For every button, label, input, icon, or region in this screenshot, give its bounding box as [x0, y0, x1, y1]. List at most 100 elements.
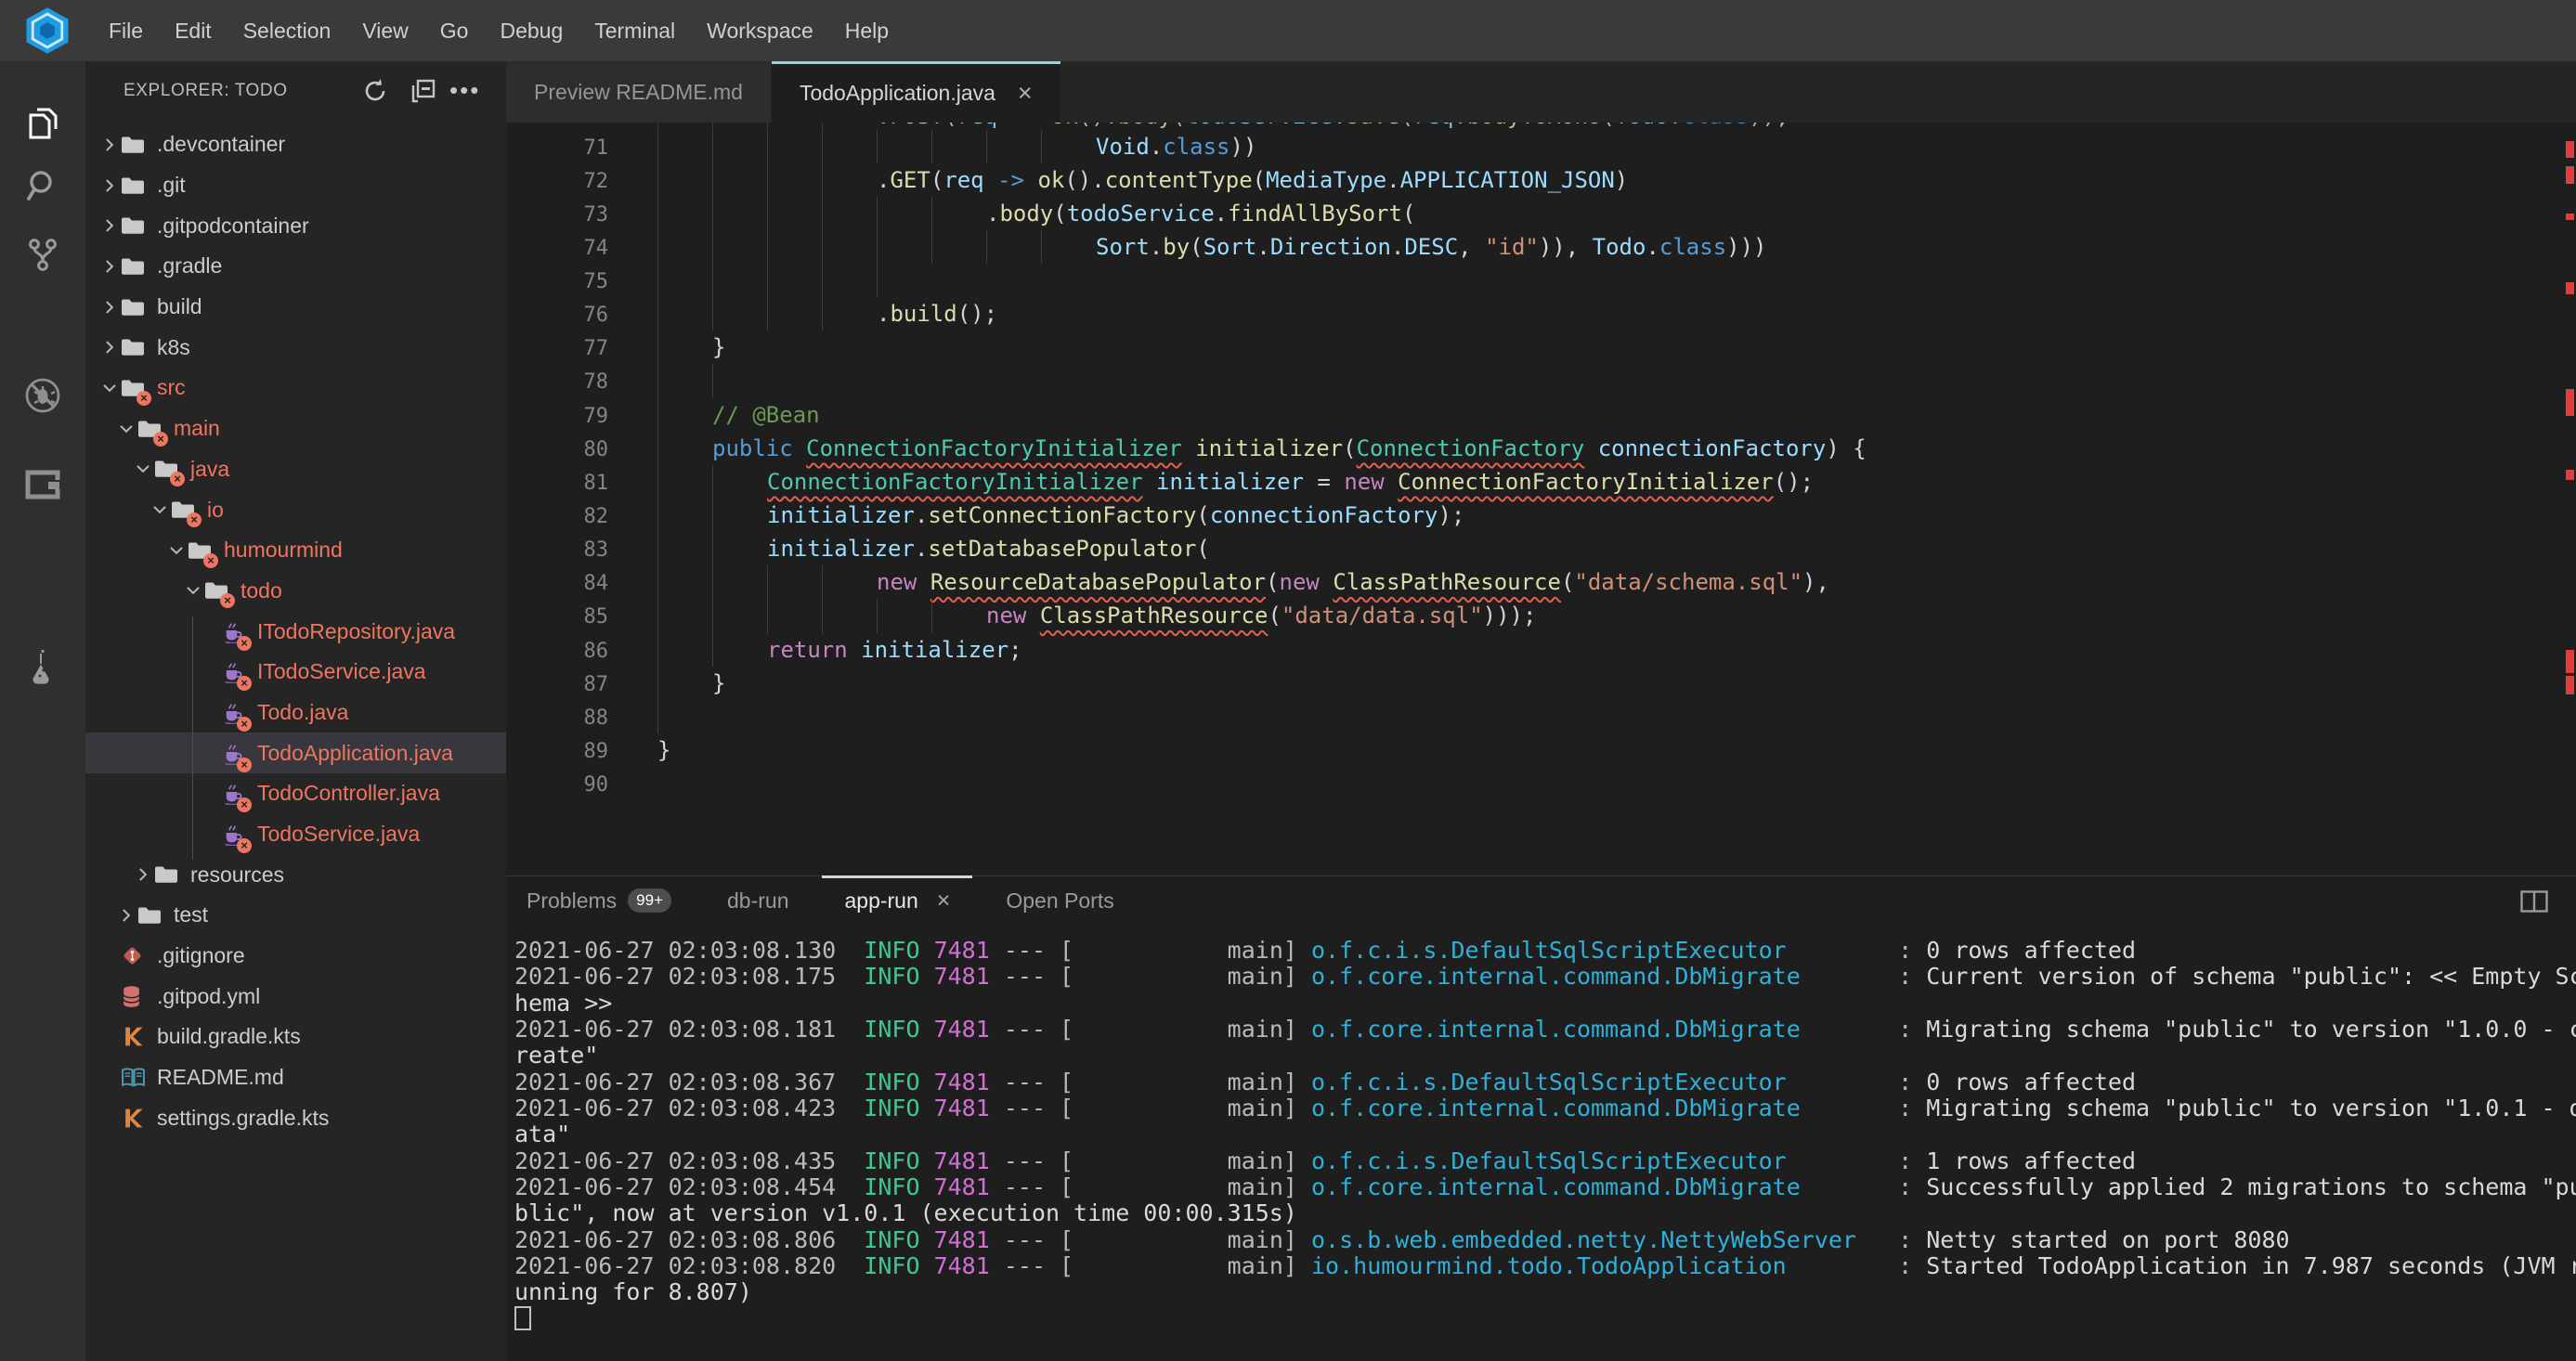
source-control-icon[interactable] — [22, 234, 63, 275]
panel-tab-app-run[interactable]: app-run× — [816, 876, 978, 925]
tree-item--git[interactable]: .git — [85, 165, 506, 206]
code-line[interactable]: 87} — [506, 667, 2576, 700]
code-line[interactable]: 72.GET(req -> ok().contentType(MediaType… — [506, 163, 2576, 197]
code-line[interactable]: 84new ResourceDatabasePopulator(new Clas… — [506, 565, 2576, 599]
tree-item-todoapplication-java[interactable]: ×TodoApplication.java — [85, 732, 506, 773]
tree-item-src[interactable]: ×src — [85, 368, 506, 408]
error-badge: × — [237, 717, 252, 732]
more-actions-icon[interactable]: ••• — [449, 76, 479, 106]
tree-item-build[interactable]: build — [85, 287, 506, 328]
editor-tab-preview-readme-md[interactable]: Preview README.md — [506, 61, 771, 123]
error-badge: × — [153, 432, 168, 447]
code-line[interactable]: 80public ConnectionFactoryInitializer in… — [506, 432, 2576, 465]
folder-icon — [121, 135, 149, 155]
editor-area[interactable]: Preview README.mdTodoApplication.java× .… — [506, 61, 2576, 875]
split-panel-icon[interactable] — [2520, 890, 2548, 913]
chevron-right-icon[interactable] — [98, 298, 121, 317]
tree-item-settings-gradle-kts[interactable]: settings.gradle.kts — [85, 1098, 506, 1139]
code-line[interactable]: 82initializer.setConnectionFactory(conne… — [506, 499, 2576, 532]
panel-tab-open-ports[interactable]: Open Ports — [978, 876, 1141, 925]
code-line[interactable]: 78 — [506, 364, 2576, 397]
tree-item-itodorepository-java[interactable]: ×ITodoRepository.java — [85, 611, 506, 652]
workspace-frame-icon[interactable] — [22, 464, 63, 505]
tree-item-todo[interactable]: ×todo — [85, 571, 506, 612]
tree-item-main[interactable]: ×main — [85, 408, 506, 449]
chevron-down-icon[interactable] — [134, 458, 152, 480]
code-line[interactable]: 71Void.class)) — [506, 130, 2576, 163]
tree-item-k8s[interactable]: k8s — [85, 327, 506, 368]
code-line[interactable]: 89} — [506, 733, 2576, 767]
terminal-output[interactable]: 2021-06-27 02:03:08.130 INFO 7481 --- [ … — [514, 938, 2576, 1332]
code-line[interactable]: 90 — [506, 767, 2576, 800]
tree-item-label: TodoApplication.java — [257, 741, 453, 766]
panel-tab-db-run[interactable]: db-run — [699, 876, 816, 925]
tree-item-resources[interactable]: resources — [85, 854, 506, 895]
search-icon[interactable] — [22, 165, 63, 206]
chevron-right-icon[interactable] — [132, 865, 154, 884]
tree-item-label: test — [174, 902, 208, 927]
tree-item--gitpod-yml[interactable]: .gitpod.yml — [85, 976, 506, 1017]
tree-item--gitignore[interactable]: .gitignore — [85, 936, 506, 977]
menu-file[interactable]: File — [93, 0, 159, 61]
chevron-right-icon[interactable] — [98, 176, 121, 195]
tree-item-readme-md[interactable]: README.md — [85, 1057, 506, 1098]
menu-go[interactable]: Go — [424, 0, 485, 61]
tree-indent-guide — [192, 616, 193, 860]
chevron-right-icon[interactable] — [98, 216, 121, 235]
files-icon[interactable] — [22, 103, 63, 144]
activity-bar — [0, 61, 85, 1361]
tree-item-todo-java[interactable]: ×Todo.java — [85, 693, 506, 733]
menu-debug[interactable]: Debug — [484, 0, 579, 61]
editor-tab-todoapplication-java[interactable]: TodoApplication.java× — [772, 61, 1060, 123]
refresh-icon[interactable] — [360, 76, 390, 106]
chevron-right-icon[interactable] — [98, 257, 121, 276]
code-line[interactable]: 73.body(todoService.findAllBySort( — [506, 197, 2576, 230]
tree-item-todocontroller-java[interactable]: ×TodoController.java — [85, 773, 506, 814]
menu-view[interactable]: View — [346, 0, 423, 61]
code-line[interactable]: 75 — [506, 264, 2576, 297]
menu-terminal[interactable]: Terminal — [579, 0, 691, 61]
tree-item-humourmind[interactable]: ×humourmind — [85, 530, 506, 571]
code-line[interactable]: 77} — [506, 331, 2576, 364]
tree-item-itodoservice-java[interactable]: ×ITodoService.java — [85, 652, 506, 693]
chevron-right-icon[interactable] — [98, 338, 121, 356]
tree-item-test[interactable]: test — [85, 895, 506, 936]
panel-tab-problems[interactable]: Problems99+ — [499, 876, 699, 925]
tree-item-build-gradle-kts[interactable]: build.gradle.kts — [85, 1017, 506, 1057]
menu-selection[interactable]: Selection — [228, 0, 347, 61]
chevron-down-icon[interactable] — [117, 418, 136, 440]
code-line[interactable]: 85new ClassPathResource("data/data.sql")… — [506, 599, 2576, 632]
code-viewport[interactable]: 71Void.class))72.GET(req -> ok().content… — [506, 130, 2576, 801]
code-line[interactable]: 79// @Bean — [506, 398, 2576, 432]
terminal-line: 2021-06-27 02:03:08.435 INFO 7481 --- [ … — [514, 1148, 2576, 1174]
chevron-right-icon[interactable] — [115, 906, 137, 925]
editor-tabbar: Preview README.mdTodoApplication.java× — [506, 61, 2576, 123]
code-line[interactable]: 83initializer.setDatabasePopulator( — [506, 532, 2576, 565]
menu-edit[interactable]: Edit — [159, 0, 228, 61]
chevron-right-icon[interactable] — [98, 136, 121, 154]
chevron-down-icon[interactable] — [167, 539, 186, 562]
tree-item--devcontainer[interactable]: .devcontainer — [85, 124, 506, 165]
menu-workspace[interactable]: Workspace — [691, 0, 829, 61]
code-line[interactable]: 86return initializer; — [506, 633, 2576, 667]
tree-item-java[interactable]: ×java — [85, 449, 506, 490]
chevron-down-icon[interactable] — [184, 579, 202, 602]
tree-item--gitpodcontainer[interactable]: .gitpodcontainer — [85, 205, 506, 246]
chevron-down-icon[interactable] — [150, 499, 169, 521]
problems-count-badge: 99+ — [628, 888, 671, 913]
code-line[interactable]: 76.build(); — [506, 297, 2576, 331]
close-icon[interactable]: × — [1018, 79, 1033, 108]
code-line[interactable]: 88 — [506, 700, 2576, 733]
close-icon[interactable]: × — [937, 888, 951, 914]
test-flask-icon[interactable] — [22, 648, 63, 689]
debug-disabled-icon[interactable] — [22, 375, 63, 416]
code-line[interactable]: 74Sort.by(Sort.Direction.DESC, "id")), T… — [506, 230, 2576, 264]
menubar: FileEditSelectionViewGoDebugTerminalWork… — [93, 0, 904, 61]
code-line[interactable]: 81ConnectionFactoryInitializer initializ… — [506, 465, 2576, 499]
tree-item--gradle[interactable]: .gradle — [85, 246, 506, 287]
tree-item-io[interactable]: ×io — [85, 489, 506, 530]
chevron-down-icon[interactable] — [100, 377, 119, 399]
collapse-folders-icon[interactable] — [409, 76, 438, 106]
menu-help[interactable]: Help — [829, 0, 904, 61]
tree-item-todoservice-java[interactable]: ×TodoService.java — [85, 814, 506, 855]
